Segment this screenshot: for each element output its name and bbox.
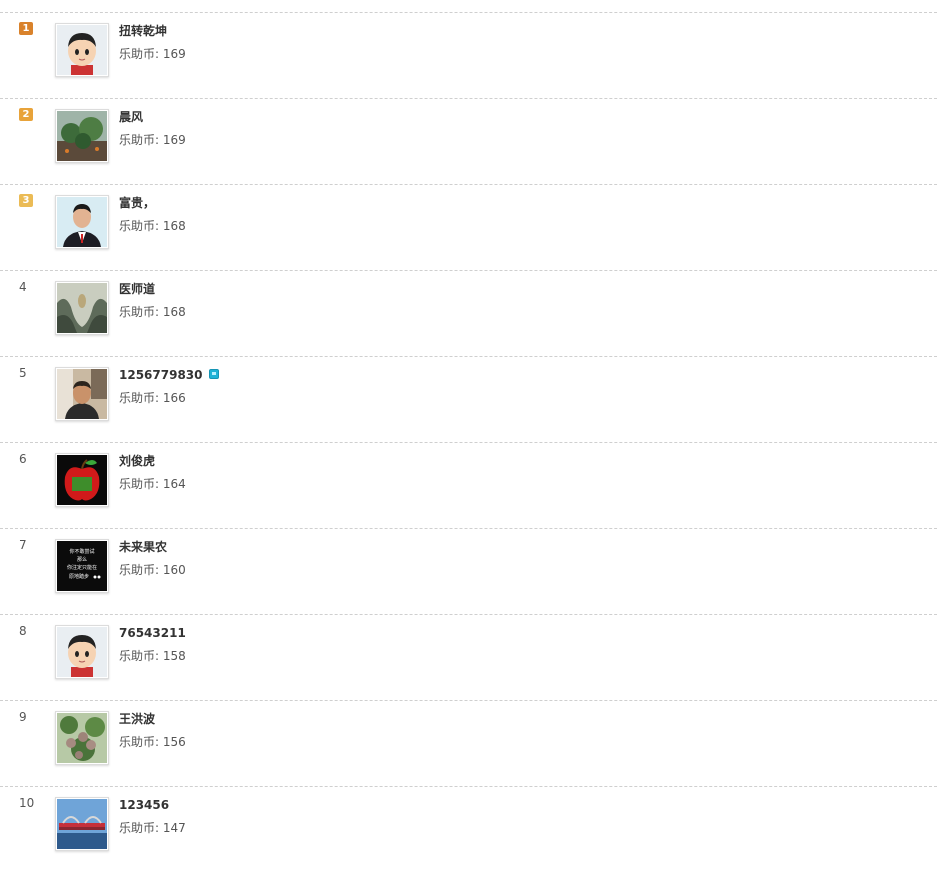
coin-balance: 乐助币: 168 (119, 219, 186, 233)
coin-balance: 乐助币: 169 (119, 47, 186, 61)
user-name-link[interactable]: 刘俊虎 (119, 453, 155, 469)
man-selfie-avatar (57, 369, 107, 419)
man-portrait-avatar (57, 197, 107, 247)
user-avatar-link[interactable] (55, 711, 109, 765)
list-item: 4 医师道 乐助币: 168 (0, 270, 937, 356)
coin-balance: 乐助币: 169 (119, 133, 186, 147)
rank-badge: 1 (19, 22, 33, 35)
coin-balance: 乐助币: 147 (119, 821, 186, 835)
vip-icon (208, 369, 219, 379)
user-name-link[interactable]: 未来果农 (119, 539, 167, 555)
red-apple-avatar (57, 455, 107, 505)
user-name-link[interactable]: 王洪波 (119, 711, 155, 727)
rank-number: 4 (19, 280, 27, 294)
rank-number: 9 (19, 710, 27, 724)
garden-photo-avatar (57, 111, 107, 161)
svg-text:那么: 那么 (77, 556, 87, 563)
list-item: 3 富贵， 乐助币: 168 (0, 184, 937, 270)
user-avatar-link[interactable] (55, 367, 109, 421)
user-name-link[interactable]: 76543211 (119, 625, 186, 641)
landscape-painting-avatar (57, 283, 107, 333)
user-avatar-link[interactable] (55, 453, 109, 507)
coin-balance: 乐助币: 164 (119, 477, 186, 491)
user-avatar-link[interactable] (55, 625, 109, 679)
rank-number: 6 (19, 452, 27, 466)
fruit-tree-avatar (57, 713, 107, 763)
user-name-link[interactable]: 晨风 (119, 109, 143, 125)
list-item: 8 76543211 乐助币: 158 (0, 614, 937, 700)
user-name-link[interactable]: 1256779830 (119, 367, 219, 383)
leaderboard-list: 1 扭转乾坤 乐助币: 169 2 晨风 乐助币: 169 3 富贵， 乐助币:… (0, 12, 937, 872)
svg-text:原地踏步: 原地踏步 (69, 573, 89, 580)
coin-balance: 乐助币: 158 (119, 649, 186, 663)
coin-balance: 乐助币: 168 (119, 305, 186, 319)
user-avatar-link[interactable] (55, 281, 109, 335)
coin-balance: 乐助币: 166 (119, 391, 186, 405)
user-avatar-link[interactable] (55, 797, 109, 851)
user-avatar-link[interactable]: 你不敢尝试 那么 你注定只能在 原地踏步 (55, 539, 109, 593)
user-avatar-link[interactable] (55, 195, 109, 249)
cartoon-boy-avatar (57, 25, 107, 75)
bridge-photo-avatar (57, 799, 107, 849)
list-item: 6 刘俊虎 乐助币: 164 (0, 442, 937, 528)
list-item: 1 扭转乾坤 乐助币: 169 (0, 12, 937, 98)
list-item: 9 王洪波 乐助币: 156 (0, 700, 937, 786)
user-name-link[interactable]: 富贵， (119, 195, 155, 211)
rank-number: 10 (19, 796, 35, 810)
svg-text:你注定只能在: 你注定只能在 (67, 564, 97, 571)
user-name-link[interactable]: 扭转乾坤 (119, 23, 167, 39)
list-item: 2 晨风 乐助币: 169 (0, 98, 937, 184)
list-item: 10 123456 乐助币: 147 (0, 786, 937, 872)
user-avatar-link[interactable] (55, 23, 109, 77)
user-avatar-link[interactable] (55, 109, 109, 163)
coin-balance: 乐助币: 160 (119, 563, 186, 577)
list-item: 7 你不敢尝试 那么 你注定只能在 原地踏步 未来果农 乐助币: 160 (0, 528, 937, 614)
user-name-link[interactable]: 医师道 (119, 281, 155, 297)
coin-balance: 乐助币: 156 (119, 735, 186, 749)
list-item: 5 1256779830 乐助币: 166 (0, 356, 937, 442)
rank-badge: 2 (19, 108, 33, 121)
user-name-link[interactable]: 123456 (119, 797, 169, 813)
black-text-avatar: 你不敢尝试 那么 你注定只能在 原地踏步 (57, 541, 107, 591)
rank-number: 8 (19, 624, 27, 638)
cartoon-boy-avatar (57, 627, 107, 677)
rank-number: 7 (19, 538, 27, 552)
rank-number: 5 (19, 366, 27, 380)
rank-badge: 3 (19, 194, 33, 207)
svg-text:你不敢尝试: 你不敢尝试 (69, 548, 94, 555)
